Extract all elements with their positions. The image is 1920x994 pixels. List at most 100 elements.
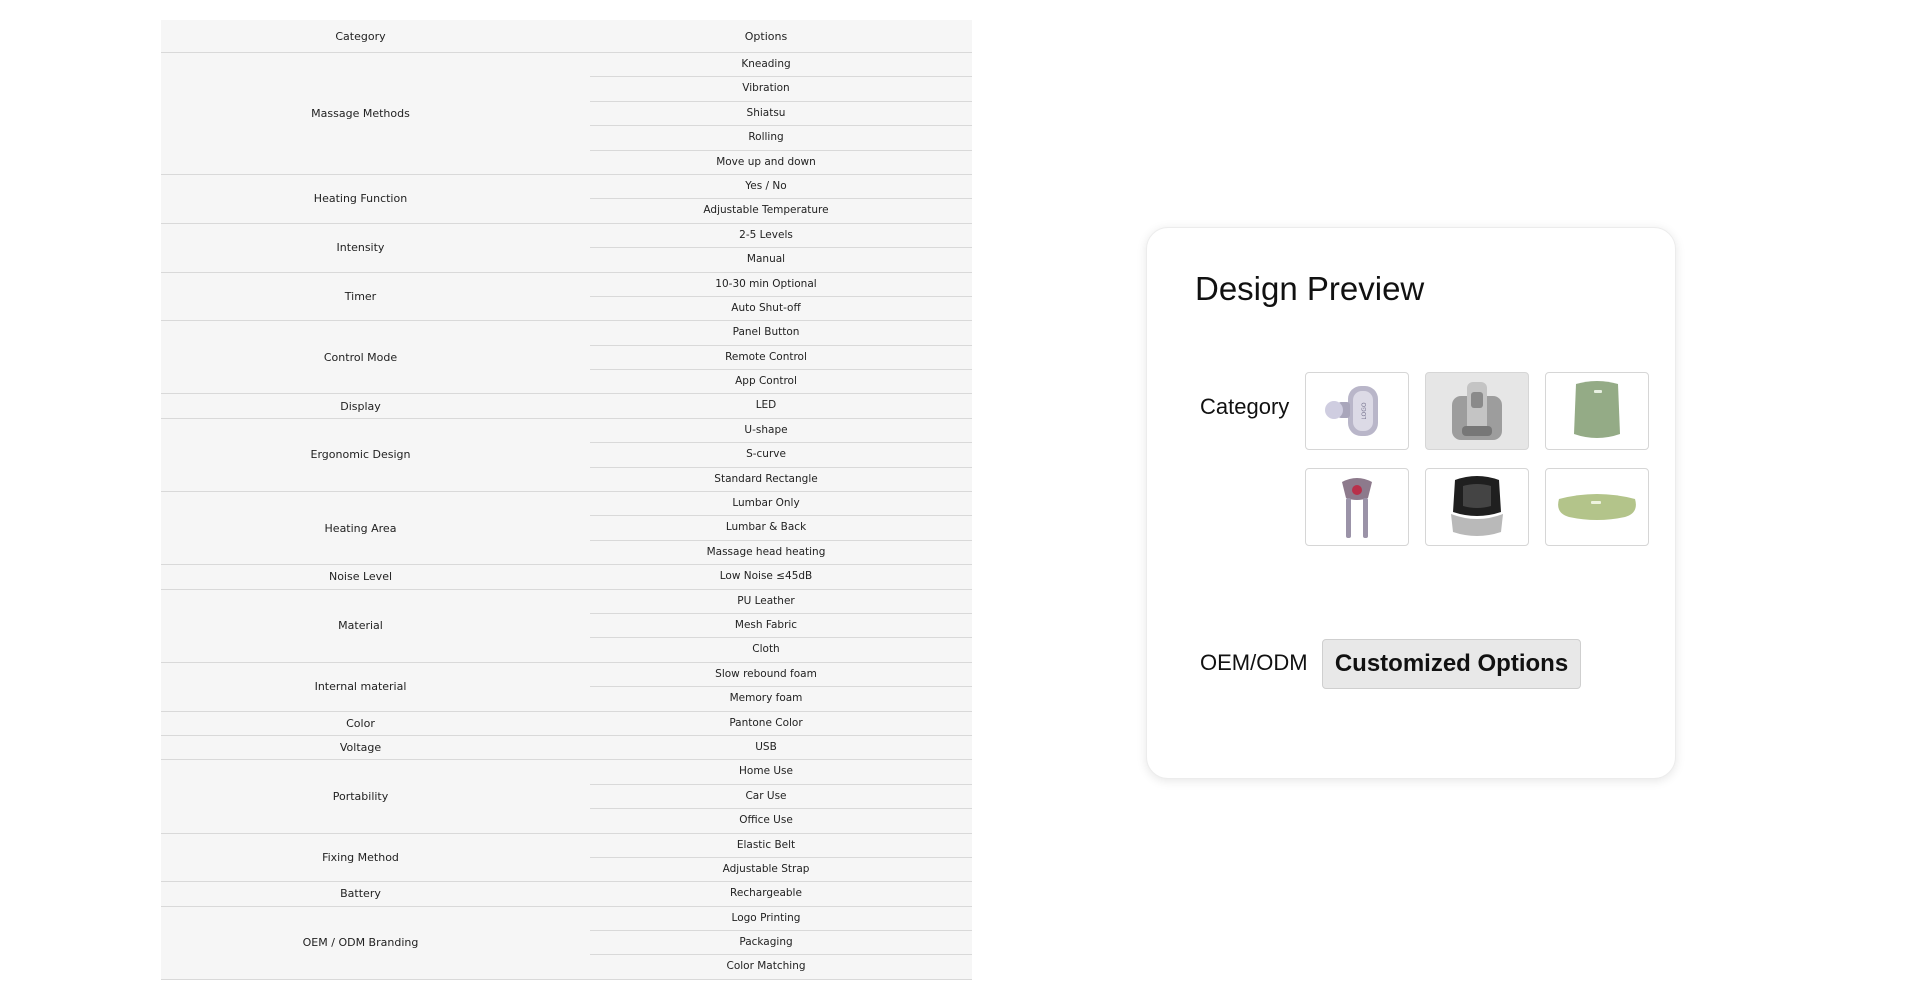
design-preview-card: Design Preview Category LOGO OEM/ODM Cus…	[1146, 227, 1676, 779]
spec-option: Logo Printing	[590, 907, 972, 932]
spec-option: App Control	[735, 375, 797, 388]
spec-option: Adjustable Temperature	[703, 204, 829, 217]
spec-category-name: Material	[338, 619, 383, 633]
spec-group: Voltage USB	[161, 736, 972, 761]
spec-category-name: Ergonomic Design	[310, 448, 411, 462]
spec-options: Pantone Color	[560, 712, 972, 735]
spec-options: PU Leather Mesh Fabric Cloth	[560, 590, 972, 662]
spec-option: U-shape	[590, 419, 972, 444]
spec-group: Internal material Slow rebound foam Memory…	[161, 663, 972, 712]
spec-group: Noise Level Low Noise ≤45dB	[161, 565, 972, 590]
oem-odm-label: OEM/ODM	[1200, 650, 1308, 675]
spec-table-body: Massage Methods Kneading Vibration Shiatsu R…	[161, 53, 972, 980]
spec-options: LED	[560, 394, 972, 417]
spec-category-name: Control Mode	[323, 350, 398, 364]
spec-category-name: Internal material	[314, 680, 407, 694]
spec-group: Massage Methods Kneading Vibration Shiatsu R…	[161, 53, 972, 175]
spec-option: Lumbar & Back	[590, 516, 972, 541]
thumb-massage-gun[interactable]: LOGO	[1305, 372, 1409, 450]
spec-option: Auto Shut-off	[731, 301, 801, 314]
spec-group: Intensity 2-5 Levels Manual	[161, 224, 972, 273]
spec-option: Color Matching	[726, 960, 806, 973]
thumb-neck-shoulder-massager[interactable]	[1305, 468, 1409, 546]
massage-gun-icon: LOGO	[1325, 386, 1378, 436]
spec-category-name: Heating Area	[324, 521, 397, 535]
spec-option: Adjustable Strap	[722, 862, 810, 875]
pillow-pad-icon	[1558, 494, 1636, 520]
header-options: Options	[744, 29, 788, 43]
spec-option: 2-5 Levels	[590, 224, 972, 249]
spec-option: Rechargeable	[730, 887, 802, 900]
spec-option: USB	[755, 740, 777, 753]
spec-options: Slow rebound foam Memory foam	[560, 663, 972, 711]
spec-group: Display LED	[161, 394, 972, 419]
thumb-foot-massager[interactable]	[1425, 468, 1529, 546]
spec-option: Memory foam	[729, 692, 803, 705]
spec-options: Lumbar Only Lumbar & Back Massage head hea…	[560, 492, 972, 564]
spec-options: 2-5 Levels Manual	[560, 224, 972, 272]
spec-category-name: Battery	[340, 887, 381, 901]
spec-option: Elastic Belt	[590, 834, 972, 858]
spec-option: Home Use	[590, 760, 972, 785]
spec-category-name: Timer	[344, 289, 377, 303]
spec-group: Heating Function Yes / No Adjustable Tempe…	[161, 175, 972, 224]
spec-table: Category Options Massage Methods Kneading…	[161, 20, 972, 980]
spec-category-name: Voltage	[339, 741, 382, 755]
header-category: Category	[335, 29, 386, 43]
back-pad-icon	[1574, 381, 1620, 438]
spec-options: Kneading Vibration Shiatsu Rolling Move up a…	[560, 53, 972, 174]
spec-option: Cloth	[752, 643, 780, 656]
spec-options: U-shape S-curve Standard Rectangle	[560, 419, 972, 491]
spec-option: Move up and down	[716, 155, 816, 168]
spec-group: Battery Rechargeable	[161, 882, 972, 907]
neck-shoulder-massager-icon	[1342, 478, 1372, 538]
thumb-lumbar-massager[interactable]	[1425, 372, 1529, 450]
spec-category-name: Fixing Method	[322, 850, 399, 864]
spec-group: Fixing Method Elastic Belt Adjustable Stra…	[161, 834, 972, 883]
spec-group: Control Mode Panel Button Remote Control Ap…	[161, 321, 972, 395]
spec-option: Office Use	[739, 814, 793, 827]
spec-group: OEM / ODM Branding Logo Printing Packaging…	[161, 907, 972, 980]
spec-category-name: Portability	[332, 789, 389, 803]
spec-option: Car Use	[590, 785, 972, 810]
spec-option: Packaging	[590, 931, 972, 956]
spec-option: Massage head heating	[706, 545, 826, 558]
thumb-pillow-pad[interactable]	[1545, 468, 1649, 546]
spec-option: Vibration	[590, 77, 972, 102]
customized-options-button[interactable]: Customized Options	[1322, 639, 1581, 689]
spec-table-header: Category Options	[161, 20, 972, 53]
spec-option: Mesh Fabric	[590, 614, 972, 639]
lumbar-massager-icon	[1452, 382, 1502, 440]
spec-group: Portability Home Use Car Use Office Use	[161, 760, 972, 834]
spec-option: Slow rebound foam	[590, 663, 972, 688]
spec-category-name: Intensity	[336, 241, 385, 255]
spec-option: LED	[755, 399, 777, 412]
spec-options: Low Noise ≤45dB	[560, 565, 972, 588]
spec-option: 10-30 min Optional	[590, 273, 972, 297]
spec-option: Low Noise ≤45dB	[719, 570, 813, 583]
thumb-back-pad[interactable]	[1545, 372, 1649, 450]
spec-category-name: Heating Function	[313, 192, 408, 206]
spec-options: Panel Button Remote Control App Control	[560, 321, 972, 393]
spec-group: Heating Area Lumbar Only Lumbar & Back Mass…	[161, 492, 972, 566]
spec-option: Panel Button	[590, 321, 972, 346]
spec-group: Ergonomic Design U-shape S-curve Standard R…	[161, 419, 972, 493]
spec-option: Rolling	[590, 126, 972, 151]
spec-options: Home Use Car Use Office Use	[560, 760, 972, 832]
spec-option: Pantone Color	[729, 716, 803, 729]
spec-options: Rechargeable	[560, 882, 972, 905]
spec-options: Elastic Belt Adjustable Strap	[560, 834, 972, 882]
spec-option: Shiatsu	[590, 102, 972, 127]
spec-option: Remote Control	[590, 346, 972, 371]
category-label: Category	[1200, 394, 1290, 419]
spec-options: Logo Printing Packaging Color Matching	[560, 907, 972, 979]
spec-options: USB	[560, 736, 972, 759]
spec-option: Manual	[746, 253, 786, 266]
category-thumbnails: LOGO	[1305, 372, 1649, 546]
spec-category-name: Noise Level	[328, 570, 393, 584]
svg-text:LOGO: LOGO	[1361, 402, 1368, 420]
spec-group: Material PU Leather Mesh Fabric Cloth	[161, 590, 972, 663]
spec-option: Yes / No	[590, 175, 972, 200]
spec-category-name: Color	[346, 716, 375, 730]
foot-massager-icon	[1451, 476, 1503, 536]
